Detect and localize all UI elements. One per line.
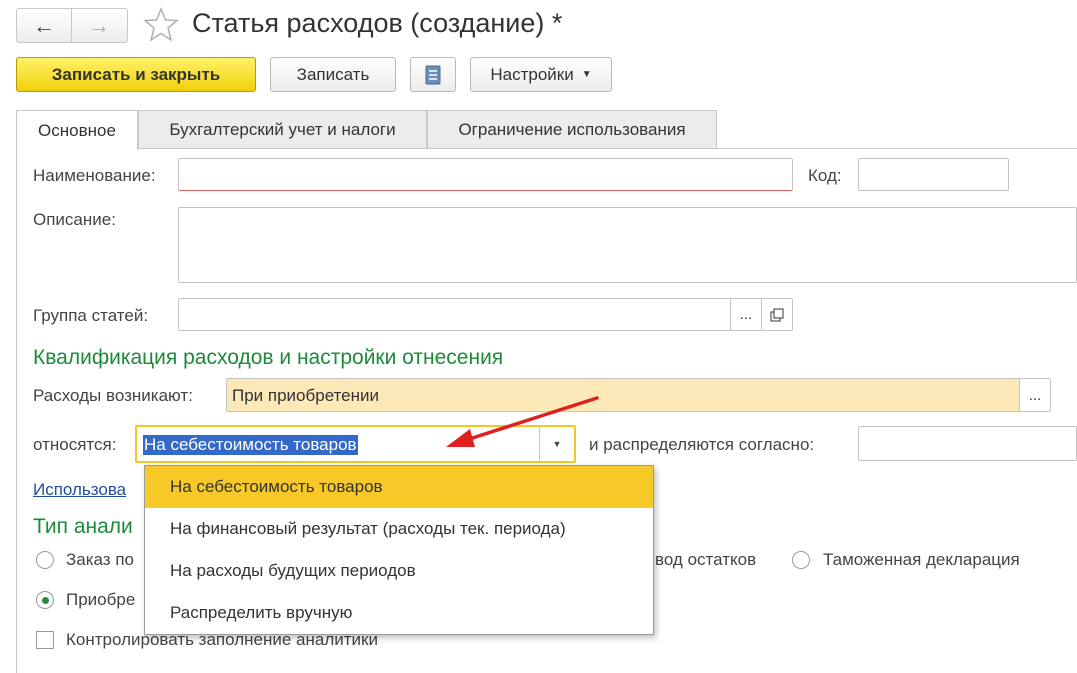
arises-label: Расходы возникают: [33, 386, 193, 405]
radio-order-label: Заказ по [66, 550, 134, 569]
group-input[interactable]: ... [178, 298, 793, 331]
save-and-close-button[interactable]: Записать и закрыть [16, 57, 256, 92]
arises-value: При приобретении [232, 386, 380, 405]
arises-select-button[interactable]: ... [1019, 379, 1050, 411]
check-control[interactable] [36, 631, 54, 649]
dropdown-item-manual[interactable]: Распределить вручную [145, 592, 653, 634]
radio-customs[interactable] [792, 551, 810, 569]
section-title: Квалификация расходов и настройки отнесе… [33, 346, 504, 369]
distributed-input[interactable] [858, 426, 1077, 461]
name-input[interactable] [178, 158, 793, 191]
description-textarea[interactable] [178, 207, 1077, 283]
relates-value: На себестоимость товаров [143, 435, 358, 455]
code-input[interactable] [858, 158, 1009, 191]
open-icon [770, 308, 784, 321]
relates-label: относятся: [33, 435, 117, 454]
code-label: Код: [808, 166, 842, 185]
group-open-button[interactable] [761, 299, 792, 330]
dropdown-item-cost-of-goods[interactable]: На себестоимость товаров [145, 466, 653, 508]
arises-input[interactable]: При приобретении ... [226, 378, 1051, 412]
group-label: Группа статей: [33, 306, 149, 325]
name-label: Наименование: [33, 166, 156, 185]
tab-divider [16, 148, 1077, 149]
arrow-right-icon: → [88, 12, 110, 38]
back-button[interactable]: ← [17, 9, 71, 42]
tab-usage-restriction[interactable]: Ограничение использования [427, 110, 717, 149]
star-icon[interactable] [142, 6, 180, 44]
tab-main[interactable]: Основное [16, 110, 138, 150]
radio-customs-label: Таможенная декларация [823, 550, 1020, 569]
arrow-left-icon: ← [33, 12, 55, 38]
page-title: Статья расходов (создание) * [192, 8, 563, 38]
triangle-down-icon: ▼ [552, 439, 562, 449]
dropdown-item-future-periods[interactable]: На расходы будущих периодов [145, 550, 653, 592]
dropdown-item-financial-result[interactable]: На финансовый результат (расходы тек. пе… [145, 508, 653, 550]
tab-accounting[interactable]: Бухгалтерский учет и налоги [138, 110, 427, 149]
save-button[interactable]: Записать [270, 57, 396, 92]
distributed-label: и распределяются согласно: [589, 435, 815, 454]
settings-label: Настройки [490, 64, 574, 84]
report-button[interactable] [410, 57, 456, 92]
chevron-down-icon: ▼ [581, 69, 592, 80]
radio-purchase-label: Приобре [66, 590, 136, 609]
panel-border [16, 148, 17, 673]
group-select-button[interactable]: ... [730, 299, 761, 330]
relates-combobox[interactable]: На себестоимость товаров ▼ [135, 425, 576, 463]
nav-buttons: ← → [16, 8, 128, 43]
radio-input-label: вод остатков [655, 550, 757, 569]
radio-purchase[interactable] [36, 591, 54, 609]
list-icon [425, 65, 441, 84]
settings-button[interactable]: Настройки ▼ [470, 57, 612, 92]
radio-order[interactable] [36, 551, 54, 569]
description-label: Описание: [33, 210, 116, 229]
relates-dropdown-button[interactable]: ▼ [539, 427, 574, 461]
usage-link[interactable]: Использова [33, 480, 126, 500]
relates-dropdown-list: На себестоимость товаров На финансовый р… [144, 465, 654, 635]
forward-button[interactable]: → [72, 9, 126, 42]
analytics-title: Тип анали [33, 515, 133, 538]
